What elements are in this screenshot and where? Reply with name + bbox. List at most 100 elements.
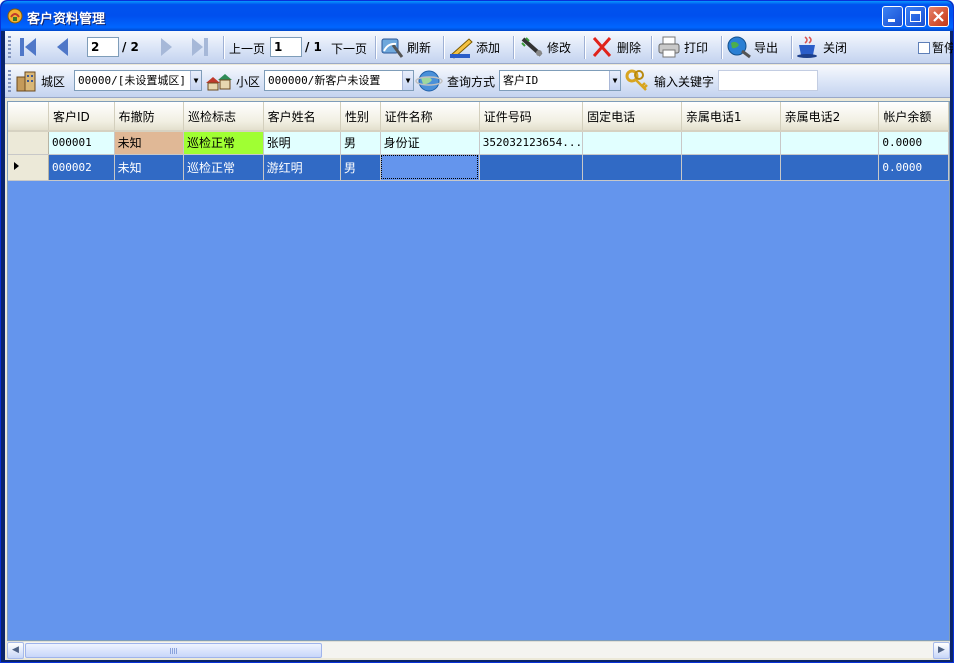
table-cell[interactable]	[681, 154, 781, 181]
print-label: 打印	[684, 40, 709, 55]
customer-grid[interactable]: 客户ID 布撤防 巡检标志 客户姓名 性别 证件名称 证件号码 固定电话 亲属电…	[7, 101, 950, 641]
prev-page-link[interactable]: 上一页	[229, 40, 265, 57]
sub-page-input[interactable]: 1	[270, 37, 302, 57]
separator	[513, 36, 514, 59]
toolbar-grip[interactable]	[8, 36, 11, 59]
first-page-button[interactable]	[15, 35, 41, 59]
column-header[interactable]: 客户姓名	[263, 102, 342, 132]
separator	[584, 36, 585, 59]
table-cell[interactable]: 张明	[263, 131, 342, 155]
table-cell[interactable]: 0.0000	[878, 154, 949, 181]
table-cell[interactable]: 未知	[114, 131, 185, 155]
column-header[interactable]: 亲属电话2	[780, 102, 880, 132]
column-header[interactable]: 证件号码	[479, 102, 584, 132]
query-mode-label-group: 查询方式	[415, 69, 495, 93]
thumb-grip	[170, 648, 178, 654]
page-number-input[interactable]: 2	[87, 37, 119, 57]
column-header[interactable]: 布撤防	[114, 102, 185, 132]
edit-tool-icon	[521, 37, 543, 57]
column-header[interactable]: 证件名称	[380, 102, 480, 132]
delete-label: 删除	[617, 40, 642, 55]
community-value: 000000/新客户未设置	[268, 74, 381, 87]
horizontal-scrollbar[interactable]: ◀ ▶	[7, 641, 950, 659]
table-cell[interactable]: 身份证	[380, 131, 480, 155]
query-mode-label: 查询方式	[447, 74, 496, 89]
table-cell[interactable]: 352032123654...	[479, 131, 584, 155]
table-cell[interactable]	[681, 131, 781, 155]
column-header[interactable]: 性别	[340, 102, 381, 132]
pause-label: 暂停	[932, 40, 954, 55]
district-select[interactable]: 00000/[未设置城区] ▼	[74, 70, 202, 91]
district-label: 城区	[41, 74, 66, 89]
separator	[223, 36, 224, 59]
scroll-left-button[interactable]: ◀	[7, 642, 24, 659]
edit-label: 修改	[547, 40, 572, 55]
column-header[interactable]: 亲属电话1	[681, 102, 781, 132]
prev-record-button[interactable]	[49, 35, 75, 59]
delete-button[interactable]: 删除	[589, 35, 641, 59]
row-header[interactable]	[8, 154, 49, 181]
table-cell[interactable]: 未知	[114, 154, 185, 181]
print-button[interactable]: 打印	[656, 35, 708, 59]
table-cell[interactable]: 男	[340, 131, 381, 155]
sub-page-total: / 1	[305, 40, 322, 54]
table-cell[interactable]: 000001	[48, 131, 115, 155]
globe-export-icon	[727, 36, 751, 59]
pause-checkbox[interactable]: 暂停	[918, 35, 954, 59]
close-button[interactable]: 关闭	[795, 35, 847, 59]
window-title: 客户资料管理	[27, 12, 106, 27]
table-cell[interactable]	[780, 154, 880, 181]
table-row-selected[interactable]: 000002 未知 巡检正常 游红明 男 0.0000	[8, 154, 949, 181]
edit-button[interactable]: 修改	[519, 35, 571, 59]
row-header-corner	[8, 102, 49, 132]
export-button[interactable]: 导出	[726, 35, 778, 59]
last-page-button[interactable]	[187, 35, 213, 59]
next-record-button[interactable]	[153, 35, 179, 59]
table-cell[interactable]	[582, 131, 682, 155]
scrollbar-thumb[interactable]	[25, 643, 322, 658]
maximize-button[interactable]	[905, 6, 926, 27]
close-label: 关闭	[823, 40, 848, 55]
minimize-button[interactable]	[882, 6, 903, 27]
refresh-button[interactable]: 刷新	[379, 35, 431, 59]
toolbar-grip[interactable]	[8, 70, 11, 93]
community-select[interactable]: 000000/新客户未设置 ▼	[264, 70, 414, 91]
filter-toolbar: 城区 00000/[未设置城区] ▼ 小区 000000/新客户未设置 ▼ 查询…	[5, 65, 950, 98]
column-header[interactable]: 固定电话	[582, 102, 682, 132]
community-label-group: 小区	[204, 69, 260, 93]
table-cell[interactable]	[780, 131, 880, 155]
pencil-add-icon	[450, 38, 473, 59]
table-cell[interactable]: 男	[340, 154, 381, 181]
header-row: 客户ID 布撤防 巡检标志 客户姓名 性别 证件名称 证件号码 固定电话 亲属电…	[8, 102, 949, 132]
focused-cell[interactable]	[380, 154, 480, 181]
district-label-group: 城区	[15, 69, 65, 93]
scroll-right-button[interactable]: ▶	[933, 642, 950, 659]
table-cell[interactable]: 000002	[48, 154, 115, 181]
column-header[interactable]: 客户ID	[48, 102, 115, 132]
last-page-icon	[192, 38, 208, 56]
prev-arrow-icon	[57, 38, 68, 56]
column-header[interactable]: 帐户余额	[878, 102, 949, 132]
row-header[interactable]	[8, 131, 49, 155]
chevron-down-icon: ▼	[190, 71, 201, 90]
table-row[interactable]: 000001 未知 巡检正常 张明 男 身份证 352032123654... …	[8, 131, 949, 155]
table-cell[interactable]: 0.0000	[878, 131, 949, 155]
table-cell[interactable]	[479, 154, 584, 181]
next-page-link[interactable]: 下一页	[331, 40, 367, 57]
close-window-button[interactable]	[928, 6, 949, 27]
globe-search-icon	[415, 70, 443, 92]
add-button[interactable]: 添加	[448, 35, 500, 59]
query-mode-value: 客户ID	[503, 74, 539, 87]
keyword-label-group: 输入关键字	[624, 69, 714, 93]
table-cell[interactable]	[582, 154, 682, 181]
column-header[interactable]: 巡检标志	[183, 102, 264, 132]
title-bar[interactable]: 客户资料管理	[1, 1, 953, 31]
query-mode-select[interactable]: 客户ID ▼	[499, 70, 621, 91]
next-arrow-icon	[161, 38, 172, 56]
table-cell[interactable]: 巡检正常	[183, 154, 264, 181]
table-cell[interactable]: 巡检正常	[183, 131, 264, 155]
table-cell[interactable]: 游红明	[263, 154, 342, 181]
maximize-icon	[910, 11, 921, 22]
delete-x-icon	[592, 37, 612, 57]
keyword-input[interactable]	[718, 70, 818, 91]
